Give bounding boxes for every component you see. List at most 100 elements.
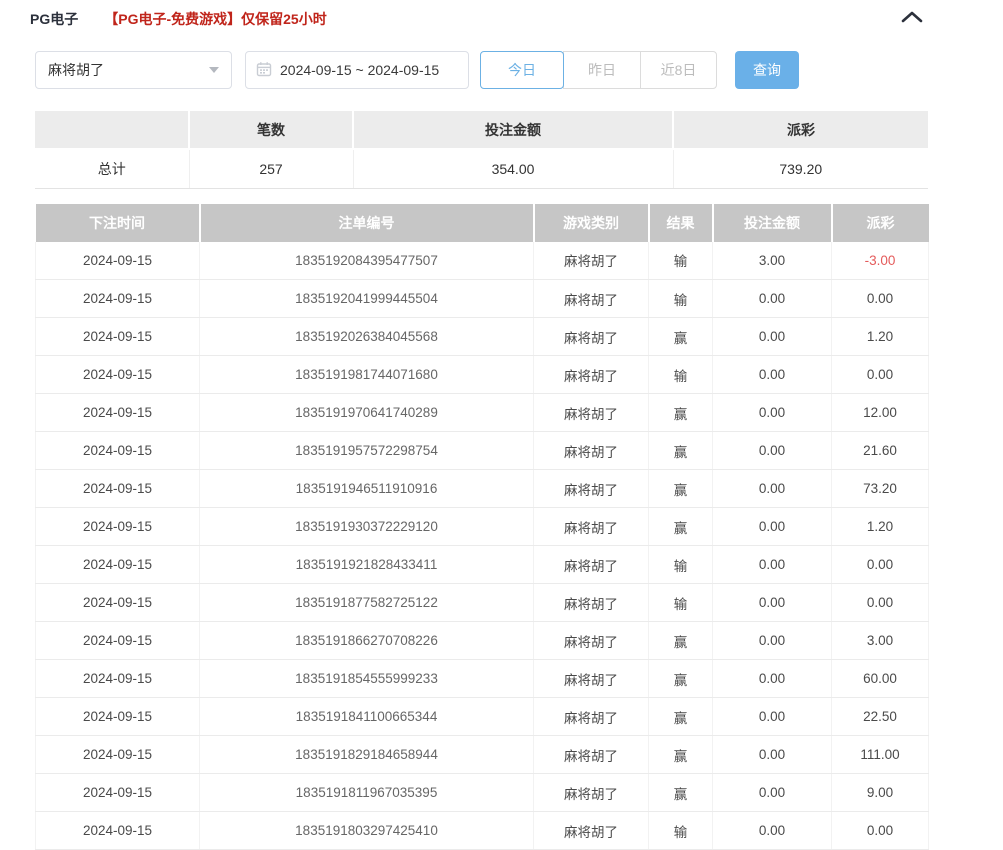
bet-result-cell: 赢: [649, 470, 713, 508]
bet-payout-cell: 0.00: [832, 356, 929, 394]
bet-payout-cell: 73.20: [832, 470, 929, 508]
bet-payout-cell: 0.00: [832, 546, 929, 584]
bet-payout-cell: 22.50: [832, 698, 929, 736]
bet-result-cell: 赢: [649, 774, 713, 812]
bet-id-cell: 1835191970641740289: [200, 394, 534, 432]
bet-payout-cell: -3.00: [832, 242, 929, 280]
table-row: 2024-09-15 1835192041999445504 麻将胡了 输 0.…: [36, 280, 929, 318]
game-select-value: 麻将胡了: [48, 60, 209, 80]
chevron-up-icon: [901, 11, 923, 26]
bet-date-cell: 2024-09-15: [36, 432, 200, 470]
bet-amount-cell: 0.00: [713, 318, 832, 356]
bet-amount-cell: 0.00: [713, 508, 832, 546]
table-row: 2024-09-15 1835191841100665344 麻将胡了 赢 0.…: [36, 698, 929, 736]
bet-amount-cell: 0.00: [713, 470, 832, 508]
bet-date-cell: 2024-09-15: [36, 774, 200, 812]
bet-payout-cell: 0.00: [832, 584, 929, 622]
bet-date-cell: 2024-09-15: [36, 736, 200, 774]
bet-date-cell: 2024-09-15: [36, 546, 200, 584]
bet-id-cell: 1835191930372229120: [200, 508, 534, 546]
calendar-icon: [256, 61, 280, 80]
bet-date-cell: 2024-09-15: [36, 470, 200, 508]
search-button[interactable]: 查询: [735, 51, 799, 89]
bet-game-cell: 麻将胡了: [534, 470, 649, 508]
bet-amount-cell: 0.00: [713, 584, 832, 622]
game-select[interactable]: 麻将胡了: [35, 51, 232, 89]
bet-result-cell: 输: [649, 584, 713, 622]
bet-payout-cell: 12.00: [832, 394, 929, 432]
bets-header-result: 结果: [649, 204, 713, 242]
bet-id-cell: 1835191877582725122: [200, 584, 534, 622]
summary-total-payout: 739.20: [673, 149, 928, 188]
bet-game-cell: 麻将胡了: [534, 318, 649, 356]
summary-total-bet-amount: 354.00: [353, 149, 673, 188]
page-title: PG电子: [30, 9, 78, 29]
bet-id-cell: 1835192084395477507: [200, 242, 534, 280]
table-row: 2024-09-15 1835191970641740289 麻将胡了 赢 0.…: [36, 394, 929, 432]
table-row: 2024-09-15 1835192084395477507 麻将胡了 输 3.…: [36, 242, 929, 280]
bet-id-cell: 1835192026384045568: [200, 318, 534, 356]
bet-result-cell: 赢: [649, 622, 713, 660]
bet-id-cell: 1835191946511910916: [200, 470, 534, 508]
bet-payout-cell: 1.20: [832, 318, 929, 356]
bets-header-amount: 投注金额: [713, 204, 832, 242]
bets-header-date: 下注时间: [36, 204, 200, 242]
bet-payout-cell: 3.00: [832, 622, 929, 660]
bet-payout-cell: 9.00: [832, 774, 929, 812]
bets-header-game: 游戏类别: [534, 204, 649, 242]
bet-game-cell: 麻将胡了: [534, 774, 649, 812]
notice-text: 【PG电子-免费游戏】仅保留25小时: [104, 9, 326, 29]
bet-amount-cell: 0.00: [713, 280, 832, 318]
topbar: PG电子 【PG电子-免费游戏】仅保留25小时: [0, 0, 1003, 29]
bets-header-row: 下注时间 注单编号 游戏类别 结果 投注金额 派彩: [36, 204, 929, 242]
bet-game-cell: 麻将胡了: [534, 432, 649, 470]
table-row: 2024-09-15 1835191981744071680 麻将胡了 输 0.…: [36, 356, 929, 394]
bet-date-cell: 2024-09-15: [36, 318, 200, 356]
bet-result-cell: 输: [649, 356, 713, 394]
bet-date-cell: 2024-09-15: [36, 356, 200, 394]
bet-result-cell: 输: [649, 280, 713, 318]
bet-game-cell: 麻将胡了: [534, 736, 649, 774]
bet-game-cell: 麻将胡了: [534, 242, 649, 280]
quick-filter-yesterday[interactable]: 昨日: [563, 51, 641, 89]
bet-game-cell: 麻将胡了: [534, 508, 649, 546]
table-row: 2024-09-15 1835191811967035395 麻将胡了 赢 0.…: [36, 774, 929, 812]
bet-amount-cell: 3.00: [713, 242, 832, 280]
date-range-input[interactable]: 2024-09-15 ~ 2024-09-15: [245, 51, 469, 89]
bet-id-cell: 1835191866270708226: [200, 622, 534, 660]
bet-date-cell: 2024-09-15: [36, 242, 200, 280]
table-row: 2024-09-15 1835191921828433411 麻将胡了 输 0.…: [36, 546, 929, 584]
table-row: 2024-09-15 1835191957572298754 麻将胡了 赢 0.…: [36, 432, 929, 470]
bet-result-cell: 赢: [649, 698, 713, 736]
bet-amount-cell: 0.00: [713, 432, 832, 470]
bet-game-cell: 麻将胡了: [534, 660, 649, 698]
bet-date-cell: 2024-09-15: [36, 280, 200, 318]
bet-payout-cell: 111.00: [832, 736, 929, 774]
quick-filter-today[interactable]: 今日: [480, 51, 564, 89]
table-row: 2024-09-15 1835192026384045568 麻将胡了 赢 0.…: [36, 318, 929, 356]
bet-result-cell: 赢: [649, 508, 713, 546]
bet-amount-cell: 0.00: [713, 660, 832, 698]
bet-result-cell: 赢: [649, 394, 713, 432]
collapse-button[interactable]: [899, 8, 925, 28]
bet-result-cell: 赢: [649, 660, 713, 698]
quick-filter-last8days[interactable]: 近8日: [640, 51, 717, 89]
bet-payout-cell: 21.60: [832, 432, 929, 470]
summary-total-row: 总计 257 354.00 739.20: [35, 149, 928, 188]
bet-id-cell: 1835191921828433411: [200, 546, 534, 584]
table-row: 2024-09-15 1835191854555999233 麻将胡了 赢 0.…: [36, 660, 929, 698]
bet-id-cell: 1835191841100665344: [200, 698, 534, 736]
bet-date-cell: 2024-09-15: [36, 508, 200, 546]
bet-amount-cell: 0.00: [713, 774, 832, 812]
summary-total-label: 总计: [35, 149, 189, 188]
bet-game-cell: 麻将胡了: [534, 546, 649, 584]
summary-header-blank: [35, 111, 189, 149]
bet-result-cell: 输: [649, 242, 713, 280]
bets-table: 下注时间 注单编号 游戏类别 结果 投注金额 派彩 2024-09-15 183…: [35, 204, 929, 850]
table-row: 2024-09-15 1835191866270708226 麻将胡了 赢 0.…: [36, 622, 929, 660]
bet-id-cell: 1835192041999445504: [200, 280, 534, 318]
filter-bar: 麻将胡了 2024-09-15 ~ 2024-09-15 今日 昨日 近8日 查…: [35, 51, 1003, 89]
bet-payout-cell: 0.00: [832, 280, 929, 318]
bet-payout-cell: 60.00: [832, 660, 929, 698]
bet-game-cell: 麻将胡了: [534, 622, 649, 660]
